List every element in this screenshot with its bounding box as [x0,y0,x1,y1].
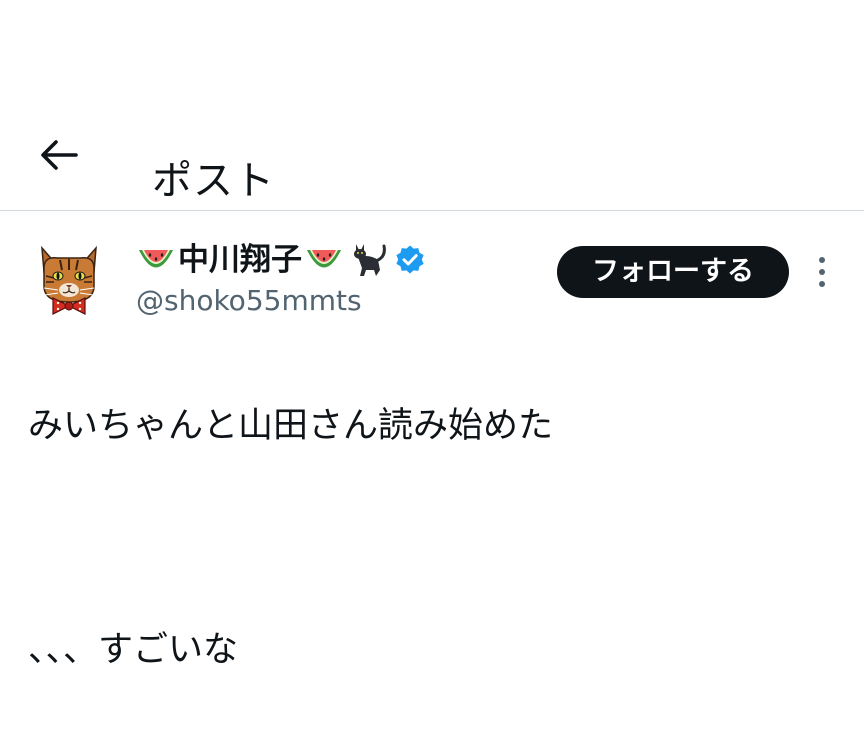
top-bar: ポスト [0,0,864,211]
more-options-button[interactable] [808,252,836,292]
arrow-left-icon [41,140,78,170]
post-body: みいちゃんと山田さん読み始めた 、、、すごいな [28,342,828,734]
watermelon-icon [139,250,173,268]
cat-avatar-icon [41,245,97,315]
verified-badge-icon [396,245,424,274]
page-title: ポスト [152,157,275,204]
author-handle[interactable]: @shoko55mmts [136,282,362,320]
author-display-name: 中川翔子 [178,242,302,278]
header-divider [0,210,864,211]
post-text-line: 、、、すごいな [28,630,239,670]
post-text-line: みいちゃんと山田さん読み始めた [28,406,554,446]
follow-button[interactable]: フォローする [557,246,789,298]
author-name-row[interactable]: 中川翔子 [136,238,426,282]
back-button[interactable] [32,132,84,178]
black-cat-icon [354,244,386,276]
avatar[interactable] [36,240,102,316]
watermelon-icon [307,250,341,268]
more-vertical-icon [819,257,825,287]
